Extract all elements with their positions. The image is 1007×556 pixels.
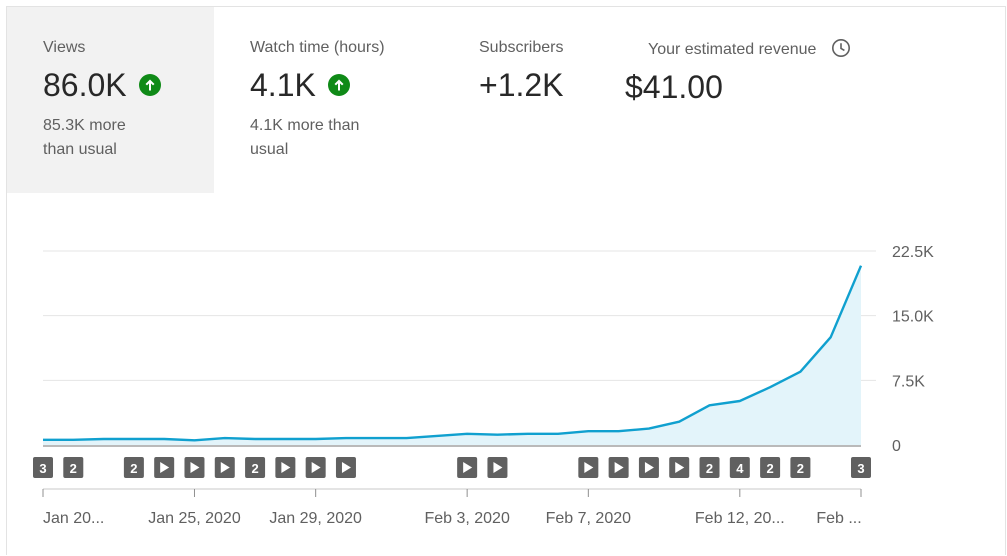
publish-marker-count: 2 [797,461,804,476]
series-area [43,265,861,445]
publish-marker-count: 3 [39,461,46,476]
x-tick-label: Feb 7, 2020 [546,510,632,527]
x-tick-label: Jan 20... [43,510,104,527]
x-tick-label: Jan 25, 2020 [148,510,241,527]
x-tick-label: Feb ... [816,510,861,527]
y-tick-label: 0 [892,438,901,455]
x-tick-label: Feb 12, 20... [695,510,785,527]
y-tick-label: 22.5K [892,244,934,261]
publish-marker-count: 2 [766,461,773,476]
publish-marker-count: 2 [706,461,713,476]
publish-marker-count: 2 [251,461,258,476]
x-tick-label: Feb 3, 2020 [424,510,510,527]
y-tick-label: 15.0K [892,309,934,326]
publish-marker-count: 2 [70,461,77,476]
y-tick-label: 7.5K [892,373,925,390]
publish-marker-count: 3 [857,461,864,476]
publish-marker-count: 4 [736,461,744,476]
publish-marker-count: 2 [130,461,137,476]
views-chart: 0 7.5K 15.0K 22.5K 3 2 2 2 2 4 2 2 3 Jan 20... Jan 25,… [33,244,934,527]
x-tick-label: Jan 29, 2020 [269,510,362,527]
